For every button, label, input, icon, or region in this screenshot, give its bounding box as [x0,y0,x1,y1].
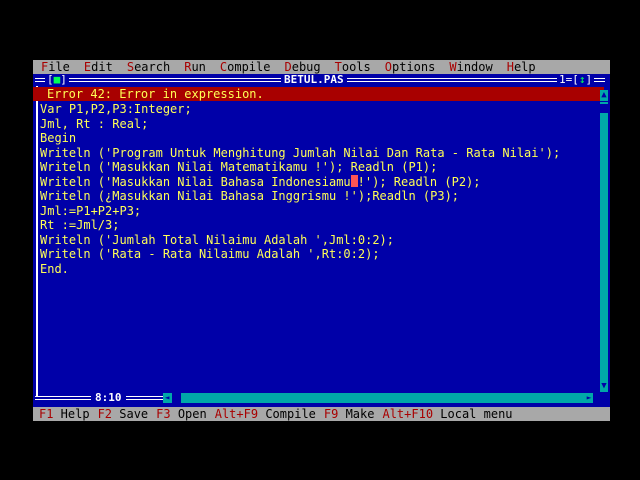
editor-window: [■] BETUL.PAS 1=[↕] Error 42: Error in e… [33,74,610,407]
status-open[interactable]: F3 Open [150,407,209,421]
menu-bar: File Edit Search Run Compile Debug Tools… [33,60,610,74]
window-title: BETUL.PAS [281,74,347,86]
status-make[interactable]: F9 Make [318,407,377,421]
menu-search[interactable]: Search [119,60,176,74]
text-cursor [350,174,358,187]
status-compile[interactable]: Alt+F9 Compile [209,407,318,421]
status-help[interactable]: F1 Help [33,407,92,421]
menu-debug[interactable]: Debug [276,60,326,74]
menu-tools[interactable]: Tools [327,60,377,74]
status-local-menu[interactable]: Alt+F10 Local menu [376,407,514,421]
scroll-up-icon[interactable]: ▲ [600,90,608,101]
vertical-scrollbar[interactable] [600,102,608,392]
code-editor[interactable]: Var P1,P2,P3:Integer; Jml, Rt : Real; Be… [40,102,600,276]
window-bottom-frame: 8:10 ◄ ► [33,392,610,404]
code-line: Writeln ('Program Untuk Menghitung Jumla… [40,145,561,160]
menu-edit[interactable]: Edit [76,60,119,74]
cursor-position: 8:10 [91,392,126,404]
code-line: Writeln (¿Masukkan Nilai Bahasa Inggrism… [40,189,460,203]
menu-compile[interactable]: Compile [212,60,277,74]
code-line: End. [40,261,69,276]
menu-options[interactable]: Options [377,60,442,74]
scroll-down-icon[interactable]: ▼ [600,381,608,392]
vertical-scroll-thumb[interactable] [600,104,608,113]
code-line: Jml:=P1+P2+P3; [40,203,142,218]
close-box[interactable]: [■] [45,74,69,86]
code-line: Jml, Rt : Real; [40,116,149,131]
status-bar: F1 Help F2 Save F3 Open Alt+F9 Compile F… [33,407,610,421]
turbo-pascal-ide: File Edit Search Run Compile Debug Tools… [33,60,610,421]
scroll-left-icon[interactable]: ◄ [163,393,171,403]
status-save[interactable]: F2 Save [92,407,151,421]
horizontal-scrollbar[interactable] [163,393,593,403]
code-line: Begin [40,131,77,145]
window-left-border [36,86,38,396]
code-line: Var P1,P2,P3:Integer; [40,102,192,116]
menu-file[interactable]: File [33,60,76,74]
code-line: Writeln ('Rata - Rata Nilaimu Adalah ',R… [40,247,380,261]
code-line: Writeln ('Jumlah Total Nilaimu Adalah ',… [40,232,395,247]
window-number: 1 [559,73,566,86]
code-line: Writeln ('Masukkan Nilai Matematikamu !'… [40,160,438,174]
code-line-with-cursor: Writeln ('Masukkan Nilai Bahasa Indonesi… [40,174,481,189]
menu-window[interactable]: Window [441,60,498,74]
error-message-bar: Error 42: Error in expression. [33,87,604,101]
horizontal-scroll-thumb[interactable] [172,393,181,403]
window-title-bar: [■] BETUL.PAS 1=[↕] [33,74,610,86]
menu-help[interactable]: Help [499,60,542,74]
window-controls[interactable]: 1=[↕] [557,73,595,86]
menu-run[interactable]: Run [176,60,212,74]
code-line: Rt :=Jml/3; [40,218,120,232]
scroll-right-icon[interactable]: ► [585,393,593,403]
zoom-icon[interactable]: ↕ [579,73,586,86]
